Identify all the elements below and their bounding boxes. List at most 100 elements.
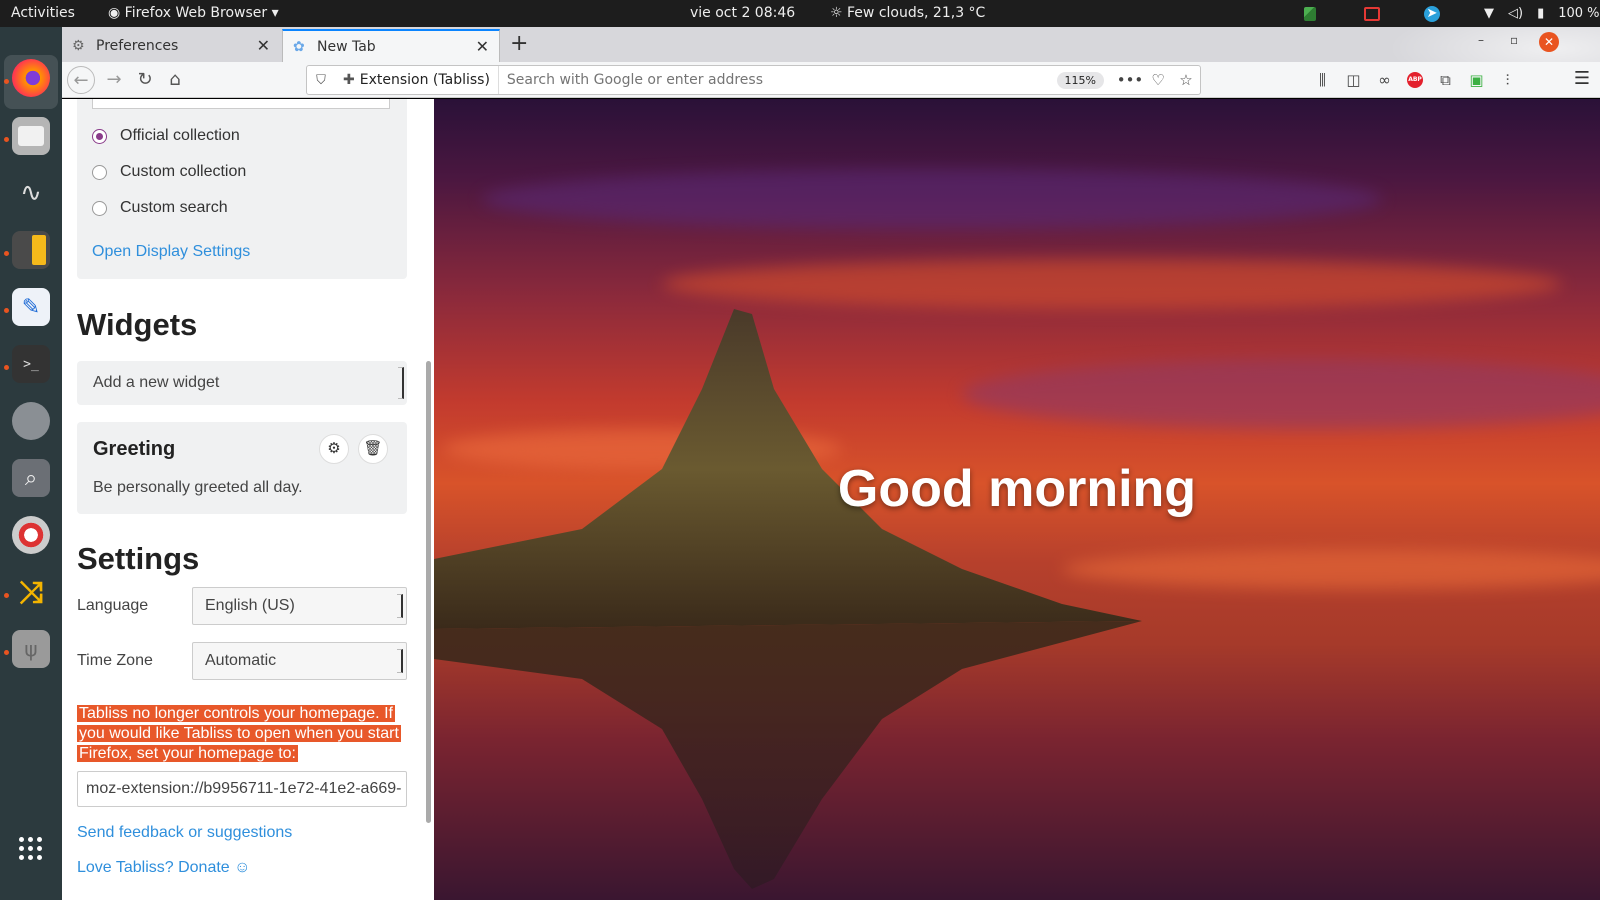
radio-button[interactable]: [92, 200, 107, 216]
weather-icon: ☼: [830, 5, 848, 21]
calculator-icon[interactable]: [12, 231, 50, 269]
radio-button[interactable]: [92, 128, 107, 144]
forward-button[interactable]: →: [100, 66, 128, 94]
system-monitor-icon[interactable]: ∿: [12, 174, 50, 212]
back-button[interactable]: ←: [67, 66, 95, 94]
app-icon[interactable]: ⤨: [12, 573, 50, 611]
page-actions-icon[interactable]: •••: [1116, 71, 1144, 89]
donate-link[interactable]: Love Tabliss? Donate ☺: [77, 859, 250, 877]
running-indicator: [4, 308, 9, 313]
search-icon[interactable]: ⌕: [12, 459, 50, 497]
clock[interactable]: vie oct 2 08:46: [690, 0, 795, 27]
tab-preferences[interactable]: ⚙ Preferences ✕: [62, 29, 280, 62]
close-icon[interactable]: ✕: [257, 36, 270, 55]
hamburger-menu-icon[interactable]: ☰: [1574, 68, 1590, 89]
greeting-text: Good morning: [837, 460, 1197, 518]
tab-new-tab[interactable]: ✿ New Tab ✕: [282, 29, 500, 62]
add-widget-label: Add a new widget: [93, 374, 220, 391]
maximize-icon[interactable]: ▫: [1510, 33, 1518, 47]
firefox-small-icon: ◉: [108, 5, 125, 21]
tabliss-page: Good morning Official collection Custom …: [62, 99, 1600, 900]
weather-label: Few clouds, 21,3 °C: [847, 5, 986, 21]
open-display-settings-link[interactable]: Open Display Settings: [92, 243, 250, 261]
url-bar[interactable]: ⛉ ✚ Extension (Tabliss) 115% ••• ♡ ☆: [306, 65, 1201, 95]
trash-icon[interactable]: 🗑: [358, 434, 388, 464]
close-icon[interactable]: ✕: [476, 37, 489, 56]
extension-green-icon[interactable]: ▣: [1461, 71, 1492, 89]
send-feedback-link[interactable]: Send feedback or suggestions: [77, 824, 292, 842]
tray-monitor-icon[interactable]: [1364, 6, 1380, 21]
settings-gear-icon[interactable]: ⚙: [319, 434, 349, 464]
app-menu-label: Firefox Web Browser: [124, 5, 268, 21]
private-mask-icon[interactable]: ∞: [1369, 71, 1400, 89]
weather[interactable]: ☼ Few clouds, 21,3 °C: [830, 0, 985, 27]
telegram-icon[interactable]: ➤: [1424, 5, 1440, 22]
tabliss-icon: ✿: [293, 38, 305, 55]
battery-percent: 100 %: [1558, 6, 1600, 21]
gear-icon: ⚙: [72, 37, 85, 54]
running-indicator: [4, 593, 9, 598]
settings-heading: Settings: [77, 541, 200, 576]
tray-app-icon[interactable]: [1304, 6, 1316, 21]
radio-custom-collection[interactable]: Custom collection: [92, 163, 246, 181]
radio-custom-search[interactable]: Custom search: [92, 199, 228, 217]
widget-description: Be personally greeted all day.: [93, 479, 303, 496]
chevron-down-icon: ▾: [267, 5, 279, 21]
dropdown-caret-icon: [397, 649, 403, 673]
radio-label: Custom collection: [120, 163, 247, 180]
equalizer-icon[interactable]: ⫶: [1492, 71, 1523, 89]
bookmark-star-icon[interactable]: ☆: [1172, 71, 1200, 89]
terminal-icon[interactable]: >_: [12, 345, 50, 383]
radio-button[interactable]: [92, 164, 107, 180]
files-icon[interactable]: [12, 117, 50, 155]
language-select[interactable]: English (US): [192, 587, 407, 625]
window-close-button[interactable]: ✕: [1539, 32, 1559, 52]
home-button[interactable]: ⌂: [161, 66, 189, 94]
help-icon[interactable]: [12, 516, 50, 554]
greeting-widget-card: Greeting ⚙ 🗑 Be personally greeted all d…: [77, 422, 407, 514]
extension-identity[interactable]: ✚ Extension (Tabliss): [335, 66, 499, 94]
new-tab-button[interactable]: +: [510, 31, 528, 56]
show-applications-icon[interactable]: [19, 837, 42, 860]
timezone-label: Time Zone: [77, 652, 153, 669]
search-field[interactable]: [92, 99, 390, 109]
battery-icon: ▮: [1537, 6, 1545, 21]
navigation-bar: ← → ↻ ⌂ ⛉ ✚ Extension (Tabliss) 115% •••…: [62, 62, 1600, 98]
tab-strip: ⚙ Preferences ✕ ✿ New Tab ✕ + – ▫ ✕: [62, 27, 1600, 99]
app-menu[interactable]: ◉ Firefox Web Browser ▾: [108, 0, 279, 27]
top-bar: Activities ◉ Firefox Web Browser ▾ vie o…: [0, 0, 1600, 27]
system-indicators[interactable]: ➤ ▼ ◁) ▮ 100 % ▾: [1304, 0, 1600, 27]
radio-official-collection[interactable]: Official collection: [92, 127, 240, 145]
dropdown-caret-icon: [397, 594, 403, 618]
pocket-icon[interactable]: ♡: [1144, 71, 1172, 89]
extension-label: Extension (Tabliss): [359, 72, 490, 88]
tracking-shield-icon[interactable]: ⛉: [307, 73, 335, 88]
homepage-url-field[interactable]: moz-extension://b9956711-1e72-41e2-a669-: [77, 771, 407, 807]
tab-label: Preferences: [96, 37, 179, 54]
tab-label: New Tab: [317, 38, 376, 55]
background-settings-card: Official collection Custom collection Cu…: [77, 99, 407, 279]
zoom-indicator[interactable]: 115%: [1056, 71, 1104, 89]
scrollbar[interactable]: [426, 361, 431, 823]
dock: ∿ ✎ >_ ⌕ ⤨ ψ: [0, 27, 62, 900]
translate-icon[interactable]: ⧉: [1430, 71, 1461, 89]
usb-icon[interactable]: ψ: [12, 630, 50, 668]
timezone-select[interactable]: Automatic: [192, 642, 407, 680]
dropdown-caret-icon: [398, 367, 404, 399]
library-icon[interactable]: ⫼: [1307, 71, 1338, 89]
firefox-icon[interactable]: [12, 59, 50, 97]
activities-button[interactable]: Activities: [11, 0, 75, 27]
widgets-heading: Widgets: [77, 307, 198, 342]
radio-label: Custom search: [120, 199, 228, 216]
text-editor-icon[interactable]: ✎: [12, 288, 50, 326]
reload-button[interactable]: ↻: [131, 66, 159, 94]
minimize-icon[interactable]: –: [1478, 33, 1484, 47]
homepage-warning: Tabliss no longer controls your homepage…: [77, 704, 407, 764]
disks-icon[interactable]: [12, 402, 50, 440]
add-widget-select[interactable]: Add a new widget: [77, 361, 407, 405]
sidebar-icon[interactable]: ◫: [1338, 71, 1369, 89]
adblock-icon[interactable]: ABP: [1407, 72, 1423, 88]
timezone-value: Automatic: [205, 652, 277, 669]
address-input[interactable]: [498, 72, 1057, 88]
wifi-icon: ▼: [1484, 6, 1494, 21]
